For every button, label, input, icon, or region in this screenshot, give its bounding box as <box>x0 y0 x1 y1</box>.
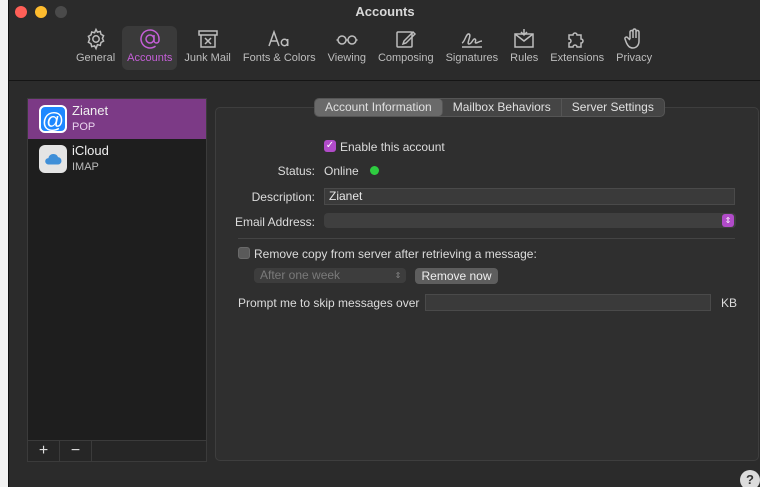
compose-icon <box>394 26 418 52</box>
rules-envelope-icon <box>512 26 536 52</box>
account-settings-pane <box>215 107 759 461</box>
toolbar-label: Extensions <box>550 52 605 64</box>
remove-now-button[interactable]: Remove now <box>415 268 498 284</box>
toolbar-divider <box>9 80 760 81</box>
toolbar-label: Signatures <box>445 52 499 64</box>
tab-mailbox-behaviors[interactable]: Mailbox Behaviors <box>443 99 562 116</box>
prompt-size-field[interactable] <box>425 294 711 311</box>
toolbar-junk-mail[interactable]: Junk Mail <box>179 26 235 70</box>
account-tabs: Account Information Mailbox Behaviors Se… <box>314 98 665 117</box>
prompt-unit-label: KB <box>721 296 738 310</box>
at-sign-account-icon: @ <box>39 105 67 133</box>
email-address-label: Email Address: <box>234 215 315 229</box>
toolbar-viewing[interactable]: Viewing <box>323 26 371 70</box>
status-value: Online <box>324 164 359 178</box>
remove-period-value: After one week <box>260 268 341 282</box>
junk-trash-icon <box>196 26 220 52</box>
tab-account-information[interactable]: Account Information <box>315 99 443 116</box>
accounts-list-footer: + − <box>28 440 206 461</box>
select-arrows-icon: ⇕ <box>722 214 734 227</box>
toolbar-composing[interactable]: Composing <box>373 26 439 70</box>
signature-icon <box>460 26 484 52</box>
tab-server-settings[interactable]: Server Settings <box>562 99 664 116</box>
accounts-list: @ Zianet POP iCloud IMAP + − <box>27 98 207 462</box>
hand-icon <box>622 26 646 52</box>
window-title: Accounts <box>355 4 415 19</box>
title-bar: Accounts <box>9 0 760 26</box>
toolbar-privacy[interactable]: Privacy <box>611 26 657 70</box>
prompt-skip-label: Prompt me to skip messages over <box>238 296 420 310</box>
account-type: IMAP <box>72 161 99 173</box>
remove-copy-checkbox[interactable] <box>238 247 250 259</box>
help-button[interactable]: ? <box>740 470 760 487</box>
account-name: iCloud <box>72 143 109 158</box>
status-online-indicator <box>370 166 379 175</box>
toolbar-label: Accounts <box>127 52 173 64</box>
status-label: Status: <box>277 164 315 178</box>
at-sign-icon <box>138 26 162 52</box>
accounts-preferences-window: Accounts General Accounts Junk Mail Font… <box>8 0 760 487</box>
enable-account-checkbox[interactable]: ✓ <box>324 140 336 152</box>
icloud-icon <box>39 145 67 173</box>
toolbar-label: Privacy <box>616 52 653 64</box>
toolbar-accounts[interactable]: Accounts <box>122 26 178 70</box>
toolbar-signatures[interactable]: Signatures <box>441 26 504 70</box>
remove-account-button[interactable]: − <box>60 441 92 461</box>
add-account-button[interactable]: + <box>28 441 60 461</box>
account-type: POP <box>72 121 96 133</box>
glasses-icon <box>335 26 359 52</box>
toolbar-label: Junk Mail <box>184 52 231 64</box>
toolbar-extensions[interactable]: Extensions <box>545 26 609 70</box>
preferences-toolbar: General Accounts Junk Mail Fonts & Color… <box>71 26 659 72</box>
account-name: Zianet <box>72 103 109 118</box>
description-label: Description: <box>251 190 315 204</box>
remove-period-select[interactable]: After one week ⇕ <box>254 268 406 283</box>
toolbar-label: Fonts & Colors <box>242 52 316 64</box>
section-separator <box>238 238 735 239</box>
toolbar-rules[interactable]: Rules <box>505 26 543 70</box>
account-item-icloud[interactable]: iCloud IMAP <box>28 139 206 179</box>
toolbar-label: Rules <box>510 52 539 64</box>
remove-copy-label: Remove copy from server after retrieving… <box>254 247 537 261</box>
toolbar-general[interactable]: General <box>71 26 120 70</box>
enable-account-label: Enable this account <box>340 140 445 154</box>
fonts-icon <box>267 26 291 52</box>
toolbar-label: General <box>76 52 116 64</box>
toolbar-label: Composing <box>377 52 434 64</box>
description-field[interactable]: Zianet <box>324 188 735 205</box>
email-address-select[interactable]: ⇕ <box>324 213 736 228</box>
gear-icon <box>84 26 108 52</box>
puzzle-icon <box>565 26 589 52</box>
background-app-strip <box>0 0 8 487</box>
toolbar-fonts-colors[interactable]: Fonts & Colors <box>238 26 321 70</box>
toolbar-label: Viewing <box>327 52 366 64</box>
account-item-zianet[interactable]: @ Zianet POP <box>28 99 206 139</box>
select-arrows-icon: ⇕ <box>394 271 402 280</box>
